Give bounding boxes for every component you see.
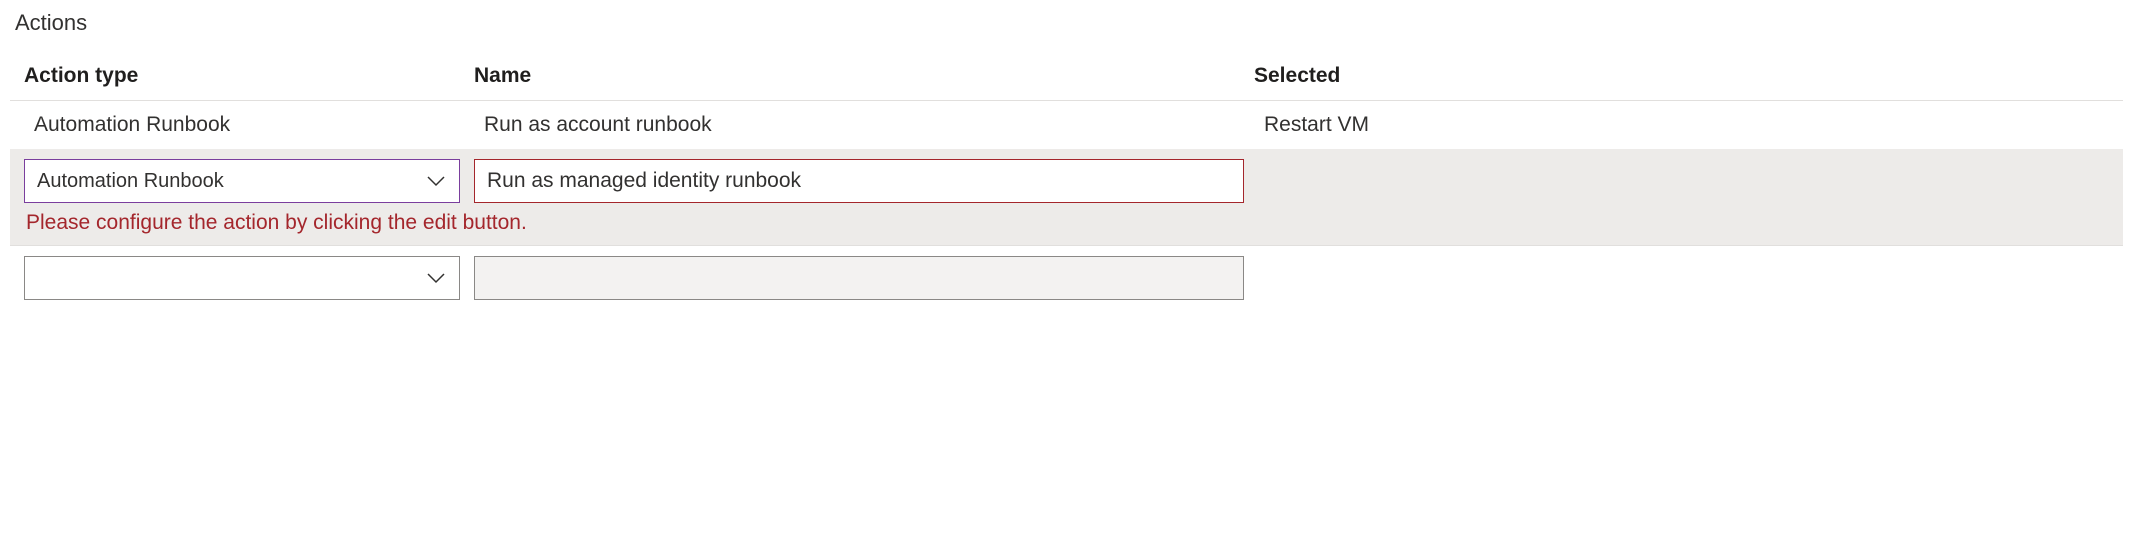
- section-title: Actions: [10, 10, 2123, 36]
- edit-row-wrapper: Automation Runbook Run as managed identi…: [10, 149, 2123, 246]
- chevron-down-icon: [427, 175, 445, 187]
- cell-action-type: Automation Runbook: [34, 113, 484, 137]
- chevron-down-icon: [427, 272, 445, 284]
- table-header-row: Action type Name Selected: [10, 54, 2123, 101]
- cell-name: Run as account runbook: [484, 113, 1264, 137]
- column-header-action-type: Action type: [24, 64, 474, 88]
- name-input-empty[interactable]: [474, 256, 1244, 300]
- table-row-new: [10, 246, 2123, 310]
- column-header-name: Name: [474, 64, 1254, 88]
- action-type-dropdown[interactable]: Automation Runbook: [24, 159, 460, 203]
- table-row: Automation Runbook Run as account runboo…: [10, 101, 2123, 149]
- action-type-dropdown-empty[interactable]: [24, 256, 460, 300]
- dropdown-value: Automation Runbook: [37, 170, 224, 193]
- table-row-editing: Automation Runbook Run as managed identi…: [24, 159, 2109, 203]
- cell-selected: Restart VM: [1264, 113, 2099, 137]
- validation-message: Please configure the action by clicking …: [24, 203, 2109, 235]
- actions-table: Action type Name Selected Automation Run…: [10, 54, 2123, 310]
- column-header-selected: Selected: [1254, 64, 2109, 88]
- name-input-value: Run as managed identity runbook: [487, 169, 801, 193]
- name-input[interactable]: Run as managed identity runbook: [474, 159, 1244, 203]
